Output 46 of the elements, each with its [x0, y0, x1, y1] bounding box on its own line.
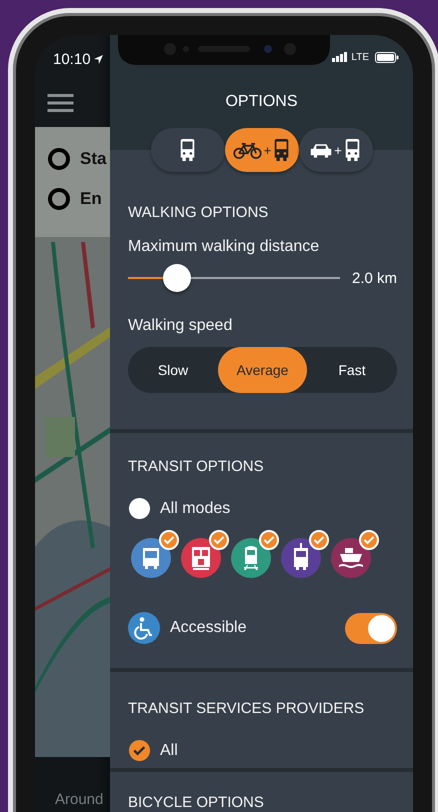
- car-icon: [310, 142, 332, 158]
- wheelchair-icon: [128, 612, 160, 644]
- accessible-label: Accessible: [170, 619, 246, 637]
- mode-tab[interactable]: +: [224, 128, 298, 172]
- bus-icon: [344, 139, 361, 161]
- route-field-text[interactable]: Sta: [80, 149, 106, 169]
- bus-icon: [179, 139, 196, 161]
- distance-value: 2.0 km: [352, 270, 397, 286]
- slider-thumb[interactable]: [162, 264, 191, 292]
- speed-option[interactable]: Slow: [128, 347, 218, 393]
- all-modes-label: All modes: [160, 500, 230, 518]
- mode-tab[interactable]: [150, 128, 224, 172]
- section-heading: TRANSIT OPTIONS: [128, 458, 265, 475]
- transit-mode-toggle[interactable]: [131, 538, 171, 578]
- options-title: OPTIONS: [224, 93, 298, 111]
- section-heading: BICYCLE OPTIONS: [128, 794, 265, 811]
- transit-mode-toggle[interactable]: [281, 538, 321, 578]
- distance-slider[interactable]: [128, 264, 340, 292]
- accessible-switch[interactable]: [345, 612, 397, 644]
- stop-circle-icon: [47, 187, 71, 211]
- speed-label: Walking speed: [128, 317, 234, 335]
- battery-icon: [375, 52, 399, 62]
- transit-mode-toggle[interactable]: [331, 538, 371, 578]
- all-providers-checkbox[interactable]: [128, 739, 151, 762]
- bicycle-icon: [232, 142, 262, 158]
- route-field-text[interactable]: En: [80, 189, 102, 209]
- section-heading: WALKING OPTIONS: [128, 204, 270, 221]
- tab-label[interactable]: Around: [55, 791, 104, 808]
- transit-mode-toggle[interactable]: [231, 538, 271, 578]
- location-arrow-icon: [94, 55, 103, 64]
- all-modes-radio[interactable]: [128, 497, 151, 520]
- plus-sign: +: [334, 142, 342, 158]
- speed-option[interactable]: Average: [218, 347, 307, 393]
- signal-icon: [332, 52, 348, 62]
- mode-tab[interactable]: +: [298, 128, 372, 172]
- plus-sign: +: [264, 142, 272, 158]
- status-time: 10:10: [53, 51, 91, 68]
- bus-icon: [273, 139, 290, 161]
- stop-circle-icon: [47, 147, 71, 171]
- all-providers-label: All: [160, 742, 178, 760]
- distance-label: Maximum walking distance: [128, 238, 320, 256]
- transit-mode-toggle[interactable]: [181, 538, 221, 578]
- speed-option[interactable]: Fast: [307, 347, 397, 393]
- network-label: LTE: [351, 52, 369, 62]
- menu-icon[interactable]: [47, 94, 74, 112]
- section-heading: TRANSIT SERVICES PROVIDERS: [128, 700, 366, 717]
